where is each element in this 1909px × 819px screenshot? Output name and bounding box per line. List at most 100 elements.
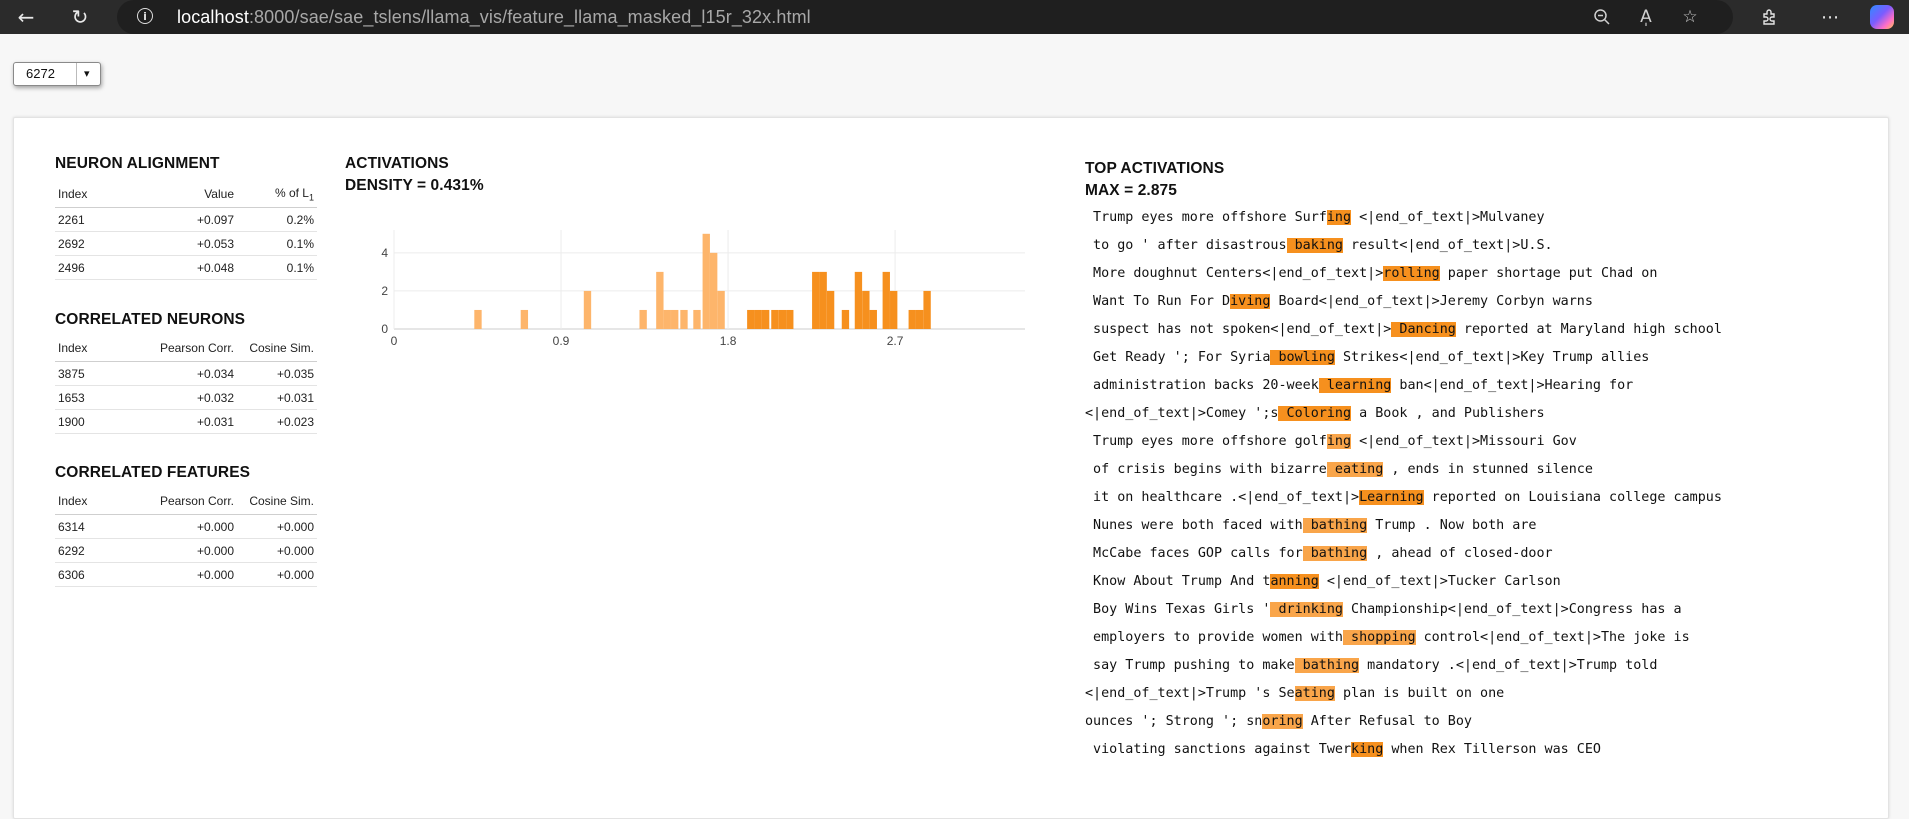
correlated-features-title: CORRELATED FEATURES: [55, 464, 251, 481]
context-text: <|end_of_text|>Missouri Gov: [1351, 434, 1577, 449]
histogram-bar: [520, 309, 529, 329]
context-text: paper shortage put Chad on: [1439, 266, 1658, 281]
more-icon[interactable]: ⋯: [1816, 4, 1844, 30]
highlighted-token: Learning: [1359, 490, 1424, 505]
histogram-bar: [656, 271, 664, 329]
cell: +0.035: [237, 361, 317, 386]
chevron-down-icon[interactable]: ▾: [84, 67, 90, 80]
address-bar[interactable]: i localhost:8000/sae/sae_tslens/llama_vi…: [117, 0, 1733, 34]
context-text: when Rex Tillerson was CEO: [1383, 742, 1601, 757]
context-text: mandatory .<|end_of_text|>Trump told: [1359, 658, 1658, 673]
select-divider: [76, 63, 77, 85]
histogram-bar: [754, 309, 762, 329]
activation-row: <|end_of_text|>Comey ';s Coloring a Book…: [1085, 404, 1722, 432]
neuron-alignment-table: Index Value % of L1 2261 +0.097 0.2% 2692 +…: [55, 181, 317, 280]
copilot-icon[interactable]: [1870, 5, 1894, 29]
cell: +0.000: [121, 514, 237, 539]
highlighted-token: bowling: [1270, 350, 1335, 365]
histogram-bar: [693, 309, 701, 329]
context-text: , ahead of closed-door: [1367, 546, 1553, 561]
highlighted-token: anning: [1270, 574, 1319, 589]
histogram-bar: [663, 309, 671, 329]
cell: +0.097: [131, 207, 237, 232]
context-text: <|end_of_text|>Tucker Carlson: [1318, 574, 1561, 589]
context-text: Get Ready '; For Syria: [1085, 350, 1271, 365]
context-text: administration backs 20-week: [1085, 378, 1319, 393]
zoom-out-icon[interactable]: [1589, 4, 1615, 30]
col-header-text: % of L: [274, 185, 309, 200]
correlated-features-table: Index Pearson Corr. Cosine Sim. 6314 +0.0…: [55, 488, 317, 587]
cell: +0.031: [237, 385, 317, 410]
histogram-bar: [583, 290, 592, 329]
context-text: control<|end_of_text|>The joke is: [1415, 630, 1690, 645]
y-tick-label: 0: [381, 322, 388, 336]
histogram-bar: [854, 271, 863, 329]
col-header: Index: [55, 488, 121, 515]
info-icon[interactable]: i: [137, 8, 153, 24]
highlighted-token: Dancing: [1391, 322, 1456, 337]
highlighted-token: ing: [1326, 434, 1352, 449]
context-text: to go ' after disastrous: [1085, 238, 1287, 253]
back-arrow-icon[interactable]: ←: [12, 3, 40, 31]
activation-row: <|end_of_text|>Trump 's Seating plan is …: [1085, 684, 1722, 712]
highlighted-token: iving: [1230, 294, 1271, 309]
favorite-star-icon[interactable]: ☆: [1677, 4, 1703, 30]
activation-row: McCabe faces GOP calls for bathing , ahe…: [1085, 544, 1722, 572]
top-activations-title: TOP ACTIVATIONS: [1085, 160, 1225, 177]
context-text: After Refusal to Boy: [1302, 714, 1472, 729]
cell: 1900: [55, 409, 121, 434]
cell: +0.000: [237, 538, 317, 563]
col-header: Cosine Sim.: [237, 488, 317, 515]
highlighted-token: drinking: [1270, 602, 1343, 617]
histogram-bar: [710, 252, 718, 329]
table-row: 2496 +0.048 0.1%: [55, 255, 317, 280]
extensions-icon[interactable]: [1756, 4, 1784, 30]
highlighted-token: baking: [1286, 238, 1343, 253]
feature-select[interactable]: 6272 ▾: [13, 62, 101, 86]
correlated-neurons-table: Index Pearson Corr. Cosine Sim. 3875 +0.0…: [55, 335, 317, 434]
histogram-bar: [778, 309, 787, 329]
cell: 2496: [55, 255, 131, 280]
activation-row: Know About Trump And tanning <|end_of_te…: [1085, 572, 1722, 600]
histogram-bar: [819, 271, 827, 329]
context-text: , ends in stunned silence: [1383, 462, 1593, 477]
read-aloud-icon[interactable]: A̩: [1633, 4, 1659, 30]
x-tick-label: 1.8: [720, 334, 737, 348]
table-row: 6306 +0.000 +0.000: [55, 562, 317, 587]
x-tick-label: 0.9: [553, 334, 570, 348]
histogram-bar: [890, 290, 898, 329]
cell: +0.053: [131, 231, 237, 256]
cell: +0.000: [237, 514, 317, 539]
histogram-bar: [747, 309, 755, 329]
context-text: it on healthcare .<|end_of_text|>: [1085, 490, 1360, 505]
context-text: employers to provide women with: [1085, 630, 1343, 645]
top-activations-list: Trump eyes more offshore Surf ing <|end_o…: [1085, 208, 1722, 768]
histogram-bar: [671, 309, 679, 329]
activation-row: Get Ready '; For Syria bowling Strikes<|…: [1085, 348, 1722, 376]
table-row: 3875 +0.034 +0.035: [55, 361, 317, 386]
cell: 0.1%: [237, 255, 317, 280]
context-text: violating sanctions against Twer: [1085, 742, 1352, 757]
context-text: plan is built on one: [1334, 686, 1505, 701]
histogram-bar: [908, 309, 916, 329]
activation-row: Trump eyes more offshore golfing <|end_o…: [1085, 432, 1722, 460]
refresh-icon[interactable]: ↻: [66, 3, 94, 31]
context-text: Want To Run For D: [1085, 294, 1231, 309]
context-text: Championship<|end_of_text|>Congress has …: [1343, 602, 1682, 617]
table-row: 6314 +0.000 +0.000: [55, 514, 317, 539]
col-header: Index: [55, 181, 131, 208]
table-row: 2692 +0.053 0.1%: [55, 231, 317, 256]
cell: +0.048: [131, 255, 237, 280]
neuron-alignment-title: NEURON ALIGNMENT: [55, 155, 220, 172]
context-text: Board<|end_of_text|>Jeremy Corbyn warns: [1270, 294, 1593, 309]
histogram-bar: [841, 309, 850, 329]
context-text: Nunes were both faced with: [1085, 518, 1303, 533]
context-text: Trump eyes more offshore Surf: [1085, 210, 1327, 225]
histogram-bar: [639, 309, 647, 329]
highlighted-token: oring: [1262, 714, 1303, 729]
activation-row: it on healthcare .<|end_of_text|>Learnin…: [1085, 488, 1722, 516]
activation-row: say Trump pushing to make bathing mandat…: [1085, 656, 1722, 684]
url-text[interactable]: localhost:8000/sae/sae_tslens/llama_vis/…: [177, 7, 811, 28]
context-text: Strikes<|end_of_text|>Key Trump allies: [1334, 350, 1650, 365]
highlighted-token: king: [1351, 742, 1384, 757]
